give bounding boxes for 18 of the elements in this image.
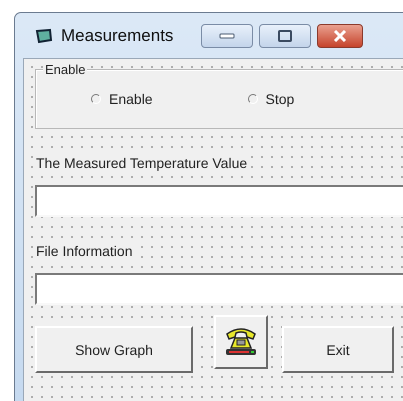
radio-icon[interactable] — [248, 94, 258, 104]
close-icon — [333, 30, 348, 42]
minimize-icon — [219, 32, 236, 38]
frame-caption: Enable — [43, 62, 88, 77]
show-graph-button[interactable]: Show Graph — [35, 326, 193, 373]
window-title: Measurements — [61, 26, 174, 46]
minimize-button[interactable] — [201, 24, 254, 48]
maximize-button[interactable] — [259, 24, 312, 48]
maximize-icon — [278, 30, 292, 42]
field-label: File Information — [35, 243, 134, 259]
exit-button[interactable]: Exit — [282, 326, 394, 373]
close-button[interactable] — [317, 24, 364, 48]
telephone-button[interactable] — [214, 315, 268, 369]
app-icon — [35, 28, 53, 44]
radio-icon[interactable] — [91, 94, 101, 104]
input-field[interactable] — [35, 273, 403, 305]
input-field[interactable] — [35, 185, 403, 217]
field-label: The Measured Temperature Value — [35, 155, 248, 171]
